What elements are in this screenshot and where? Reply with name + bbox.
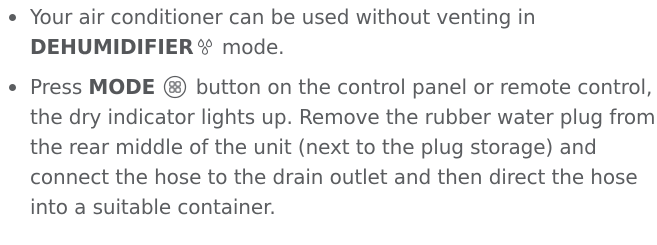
bullet-dot bbox=[9, 84, 16, 91]
mode-suffix: mode. bbox=[215, 35, 285, 59]
mode-keyword: MODE bbox=[88, 75, 156, 99]
mode-button-icon bbox=[163, 75, 187, 99]
bullet-dot bbox=[9, 14, 16, 21]
bullet-1-text: Your air conditioner can be used without… bbox=[30, 5, 536, 29]
instruction-page: Your air conditioner can be used without… bbox=[0, 0, 657, 245]
water-drops-icon bbox=[197, 38, 213, 56]
list-item-dehumidifier: Your air conditioner can be used without… bbox=[0, 2, 657, 62]
instruction-list: Your air conditioner can be used without… bbox=[0, 2, 657, 222]
press-text: Press bbox=[30, 75, 89, 99]
list-item-mode-button: Press MODE button on the control panel o… bbox=[0, 72, 657, 222]
dehumidifier-keyword: DEHUMIDIFIER bbox=[30, 35, 194, 59]
